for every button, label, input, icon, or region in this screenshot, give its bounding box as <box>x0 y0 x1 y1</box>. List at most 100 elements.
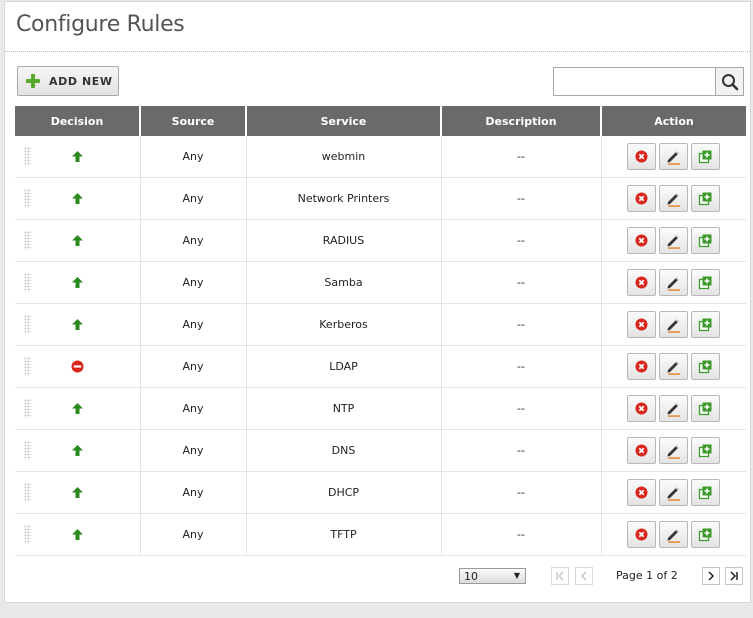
drag-handle-icon[interactable] <box>24 399 31 418</box>
no-entry-icon <box>71 360 84 373</box>
action-cell <box>600 261 746 304</box>
edit-button[interactable] <box>659 353 689 380</box>
previous-page-button[interactable] <box>575 567 593 585</box>
edit-button[interactable] <box>659 269 689 296</box>
copy-button[interactable] <box>691 395 721 422</box>
edit-button[interactable] <box>659 185 689 212</box>
next-page-button[interactable] <box>702 567 720 585</box>
column-header-action: Action <box>600 106 746 136</box>
copy-button[interactable] <box>691 185 721 212</box>
table-row[interactable]: Any LDAP -- <box>15 345 746 388</box>
copy-button[interactable] <box>691 143 721 170</box>
decision-cell <box>15 136 140 178</box>
arrow-up-icon <box>71 486 84 499</box>
add-new-button[interactable]: ADD NEW <box>17 66 119 96</box>
table-row[interactable]: Any NTP -- <box>15 387 746 430</box>
copy-button[interactable] <box>691 227 721 254</box>
copy-icon <box>698 527 713 542</box>
service-cell: TFTP <box>245 513 441 556</box>
description-cell: -- <box>440 387 601 430</box>
delete-icon <box>635 528 648 541</box>
table-header-row: Decision Source Service Description Acti… <box>15 106 746 136</box>
arrow-up-icon <box>71 318 84 331</box>
table-row[interactable]: Any DNS -- <box>15 429 746 472</box>
drag-handle-icon[interactable] <box>24 525 31 544</box>
copy-icon <box>698 485 713 500</box>
search-input[interactable] <box>553 67 716 96</box>
table-row[interactable]: Any RADIUS -- <box>15 219 746 262</box>
delete-button[interactable] <box>627 521 657 548</box>
drag-handle-icon[interactable] <box>24 231 31 250</box>
edit-button[interactable] <box>659 395 689 422</box>
copy-button[interactable] <box>691 521 721 548</box>
edit-button[interactable] <box>659 521 689 548</box>
copy-button[interactable] <box>691 353 721 380</box>
delete-button[interactable] <box>627 185 657 212</box>
decision-cell <box>15 303 140 346</box>
table-row[interactable]: Any Samba -- <box>15 261 746 304</box>
pencil-icon <box>665 526 682 543</box>
drag-handle-icon[interactable] <box>24 483 31 502</box>
column-header-service[interactable]: Service <box>245 106 442 136</box>
drag-handle-icon[interactable] <box>24 273 31 292</box>
pencil-icon <box>665 190 682 207</box>
last-page-button[interactable] <box>725 567 743 585</box>
chevron-right-icon <box>708 571 715 581</box>
table-row[interactable]: Any Network Printers -- <box>15 177 746 220</box>
decision-cell <box>15 219 140 262</box>
table-row[interactable]: Any Kerberos -- <box>15 303 746 346</box>
first-page-button[interactable] <box>551 567 569 585</box>
rules-table-body: Any webmin -- Any Network Printers -- Any RADIU… <box>15 136 746 556</box>
table-row[interactable]: Any DHCP -- <box>15 471 746 514</box>
drag-handle-icon[interactable] <box>24 189 31 208</box>
copy-button[interactable] <box>691 479 721 506</box>
copy-icon <box>698 233 713 248</box>
page-size-select[interactable]: 10 ▼ <box>459 568 526 584</box>
service-cell: Kerberos <box>245 303 441 346</box>
table-row[interactable]: Any TFTP -- <box>15 513 746 556</box>
delete-button[interactable] <box>627 143 657 170</box>
search-icon <box>721 73 738 90</box>
table-row[interactable]: Any webmin -- <box>15 136 746 178</box>
edit-button[interactable] <box>659 437 689 464</box>
delete-icon <box>635 486 648 499</box>
edit-button[interactable] <box>659 227 689 254</box>
copy-icon <box>698 275 713 290</box>
pencil-icon <box>665 358 682 375</box>
copy-button[interactable] <box>691 437 721 464</box>
description-cell: -- <box>440 303 601 346</box>
delete-icon <box>635 402 648 415</box>
copy-button[interactable] <box>691 269 721 296</box>
edit-button[interactable] <box>659 311 689 338</box>
drag-handle-icon[interactable] <box>24 357 31 376</box>
service-cell: webmin <box>245 136 441 178</box>
column-header-source[interactable]: Source <box>139 106 247 136</box>
source-cell: Any <box>139 303 246 346</box>
drag-handle-icon[interactable] <box>24 315 31 334</box>
column-header-decision[interactable]: Decision <box>15 106 141 136</box>
delete-button[interactable] <box>627 479 657 506</box>
drag-handle-icon[interactable] <box>24 147 31 166</box>
column-header-description[interactable]: Description <box>440 106 602 136</box>
delete-button[interactable] <box>627 311 657 338</box>
delete-button[interactable] <box>627 227 657 254</box>
source-cell: Any <box>139 261 246 304</box>
copy-button[interactable] <box>691 311 721 338</box>
drag-handle-icon[interactable] <box>24 441 31 460</box>
description-cell: -- <box>440 471 601 514</box>
description-cell: -- <box>440 513 601 556</box>
delete-button[interactable] <box>627 437 657 464</box>
arrow-up-icon <box>71 402 84 415</box>
service-cell: NTP <box>245 387 441 430</box>
arrow-up-icon <box>71 192 84 205</box>
edit-button[interactable] <box>659 479 689 506</box>
pencil-icon <box>665 316 682 333</box>
delete-button[interactable] <box>627 353 657 380</box>
source-cell: Any <box>139 136 246 178</box>
copy-icon <box>698 443 713 458</box>
pencil-icon <box>665 442 682 459</box>
search-button[interactable] <box>715 67 744 96</box>
edit-button[interactable] <box>659 143 689 170</box>
delete-button[interactable] <box>627 395 657 422</box>
delete-button[interactable] <box>627 269 657 296</box>
